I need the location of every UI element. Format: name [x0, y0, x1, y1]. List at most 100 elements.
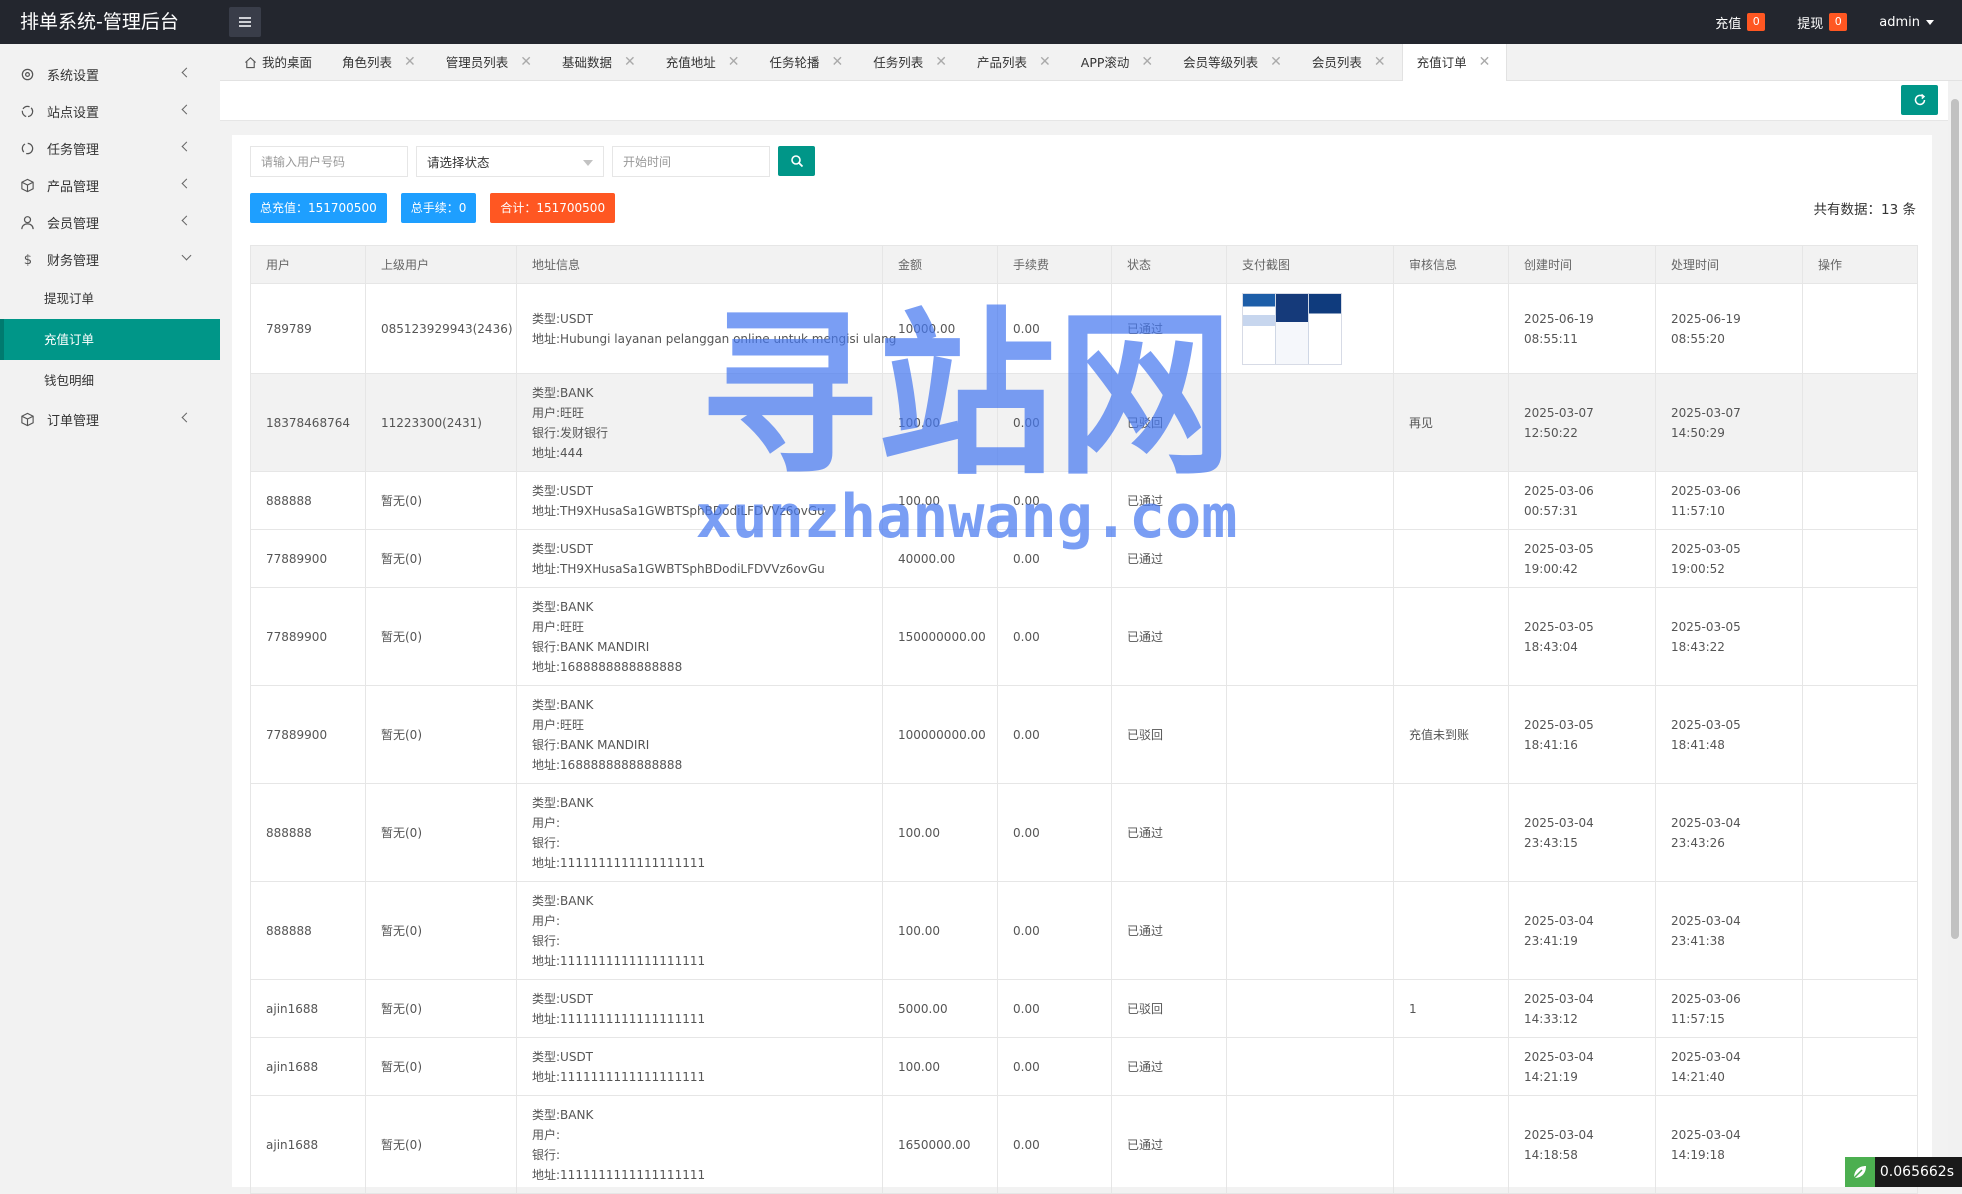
cell-screenshot — [1227, 588, 1394, 686]
address-line: 银行:BANK MANDIRI — [532, 735, 867, 755]
user-number-input[interactable]: 请输入用户号码 — [250, 146, 408, 177]
cell-actions — [1803, 472, 1918, 530]
cell-actions — [1803, 284, 1918, 374]
withdraw-notice[interactable]: 提现 0 — [1797, 13, 1847, 32]
tab-admin-list[interactable]: 管理员列表 ✕ — [432, 44, 548, 81]
cell-processed: 2025-03-06 11:57:15 — [1656, 980, 1803, 1038]
address-line: 类型:BANK — [532, 891, 867, 911]
cell-screenshot — [1227, 686, 1394, 784]
cell-processed: 2025-03-05 18:43:22 — [1656, 588, 1803, 686]
cell-actions — [1803, 374, 1918, 472]
start-time-input[interactable]: 开始时间 — [612, 146, 770, 177]
chevron-left-icon — [182, 216, 192, 226]
recharge-notice[interactable]: 充值 0 — [1715, 13, 1765, 32]
tab-recharge-orders[interactable]: 充值订单✕ — [1402, 44, 1508, 81]
close-icon[interactable]: ✕ — [832, 44, 844, 81]
refresh-button[interactable] — [1901, 85, 1938, 115]
content-toolbar — [220, 81, 1948, 121]
sidebar-item-finance-management[interactable]: $ 财务管理 — [0, 241, 220, 278]
address-line: 银行: — [532, 1145, 867, 1165]
user-menu[interactable]: admin — [1879, 15, 1934, 30]
tab-member-list[interactable]: 会员列表✕ — [1298, 44, 1402, 81]
sidebar-item-label: 任务管理 — [47, 139, 99, 158]
sidebar-item-label: 系统设置 — [47, 65, 99, 84]
cell-created: 2025-03-04 23:41:19 — [1509, 882, 1656, 980]
tab-recharge-address[interactable]: 充值地址✕ — [652, 44, 756, 81]
cell-screenshot — [1227, 530, 1394, 588]
search-button[interactable] — [778, 146, 815, 176]
cell-review: 1 — [1394, 980, 1509, 1038]
cell-fee: 0.00 — [998, 1038, 1112, 1096]
table-row: 789789085123929943(2436)类型:USDT地址:Hubung… — [251, 284, 1918, 374]
sidebar-item-site-settings[interactable]: 站点设置 — [0, 93, 220, 130]
close-icon[interactable]: ✕ — [404, 44, 416, 81]
payment-screenshot-thumbnail[interactable] — [1242, 293, 1342, 365]
cell-processed: 2025-03-04 23:43:26 — [1656, 784, 1803, 882]
cell-address: 类型:BANK用户:银行:地址:1111111111111111111 — [517, 1096, 883, 1194]
cell-parent-user: 暂无(0) — [366, 530, 517, 588]
cell-processed: 2025-03-06 11:57:10 — [1656, 472, 1803, 530]
cell-actions — [1803, 1038, 1918, 1096]
address-line: 类型:USDT — [532, 989, 867, 1009]
sidebar-item-system-settings[interactable]: 系统设置 — [0, 56, 220, 93]
col-header-review: 审核信息 — [1394, 246, 1509, 284]
cell-review — [1394, 1038, 1509, 1096]
cell-fee: 0.00 — [998, 284, 1112, 374]
tab-basic-data[interactable]: 基础数据✕ — [548, 44, 652, 81]
sidebar-subitem-withdraw-orders[interactable]: 提现订单 — [0, 278, 220, 319]
chevron-down-icon — [1926, 20, 1934, 25]
tab-app-scroll[interactable]: APP滚动 ✕ — [1067, 44, 1169, 81]
tab-member-level-list[interactable]: 会员等级列表✕ — [1169, 44, 1298, 81]
close-icon[interactable]: ✕ — [1039, 44, 1051, 81]
address-line: 类型:USDT — [532, 481, 867, 501]
sidebar-subitem-wallet-details[interactable]: 钱包明细 — [0, 360, 220, 401]
tab-my-desktop[interactable]: 我的桌面 — [230, 44, 328, 81]
cell-created: 2025-03-06 00:57:31 — [1509, 472, 1656, 530]
tab-role-list[interactable]: 角色列表✕ — [328, 44, 432, 81]
close-icon[interactable]: ✕ — [1374, 44, 1386, 81]
vertical-scrollbar[interactable] — [1948, 81, 1962, 1187]
tab-task-list[interactable]: 任务列表✕ — [859, 44, 963, 81]
address-line: 类型:BANK — [532, 1105, 867, 1125]
sidebar-item-task-management[interactable]: 任务管理 — [0, 130, 220, 167]
close-icon[interactable]: ✕ — [1270, 44, 1282, 81]
cell-amount: 100.00 — [883, 1038, 998, 1096]
close-icon[interactable]: ✕ — [624, 44, 636, 81]
cell-status: 已通过 — [1112, 588, 1227, 686]
menu-toggle-button[interactable] — [229, 7, 261, 37]
table-header-row: 用户 上级用户 地址信息 金额 手续费 状态 支付截图 审核信息 创建时间 处理… — [251, 246, 1918, 284]
tab-label: APP滚动 — [1081, 44, 1130, 81]
total-fee-badge: 总手续：0 — [401, 193, 477, 223]
sidebar-item-product-management[interactable]: 产品管理 — [0, 167, 220, 204]
tab-label: 管理员列表 — [446, 44, 509, 81]
sidebar-subitem-recharge-orders[interactable]: 充值订单 — [0, 319, 220, 360]
address-line: 用户:旺旺 — [532, 403, 867, 423]
cell-created: 2025-06-19 08:55:11 — [1509, 284, 1656, 374]
close-icon[interactable]: ✕ — [520, 44, 532, 81]
cell-user: ajin1688 — [251, 1038, 366, 1096]
cell-amount: 100.00 — [883, 882, 998, 980]
tab-product-list[interactable]: 产品列表✕ — [963, 44, 1067, 81]
scrollbar-thumb[interactable] — [1951, 99, 1959, 939]
cell-user: 888888 — [251, 472, 366, 530]
table-row: 77889900暂无(0)类型:BANK用户:旺旺银行:BANK MANDIRI… — [251, 588, 1918, 686]
close-icon[interactable]: ✕ — [935, 44, 947, 81]
close-icon[interactable]: ✕ — [1141, 44, 1153, 81]
sidebar-item-order-management[interactable]: 订单管理 — [0, 401, 220, 438]
close-icon[interactable]: ✕ — [1479, 44, 1491, 81]
cell-created: 2025-03-05 18:43:04 — [1509, 588, 1656, 686]
cell-review: 充值未到账 — [1394, 686, 1509, 784]
address-line: 类型:USDT — [532, 1047, 867, 1067]
cell-review — [1394, 530, 1509, 588]
close-icon[interactable]: ✕ — [728, 44, 740, 81]
cell-processed: 2025-03-04 23:41:38 — [1656, 882, 1803, 980]
status-select[interactable]: 请选择状态 — [416, 146, 604, 177]
address-line: 地址:1688888888888888 — [532, 755, 867, 775]
table-row: 77889900暂无(0)类型:BANK用户:旺旺银行:BANK MANDIRI… — [251, 686, 1918, 784]
sidebar-item-member-management[interactable]: 会员管理 — [0, 204, 220, 241]
filter-bar: 请输入用户号码 请选择状态 开始时间 — [250, 146, 815, 177]
address-line: 用户: — [532, 813, 867, 833]
search-icon — [790, 154, 804, 168]
tab-task-carousel[interactable]: 任务轮播✕ — [756, 44, 860, 81]
cell-user: 77889900 — [251, 588, 366, 686]
